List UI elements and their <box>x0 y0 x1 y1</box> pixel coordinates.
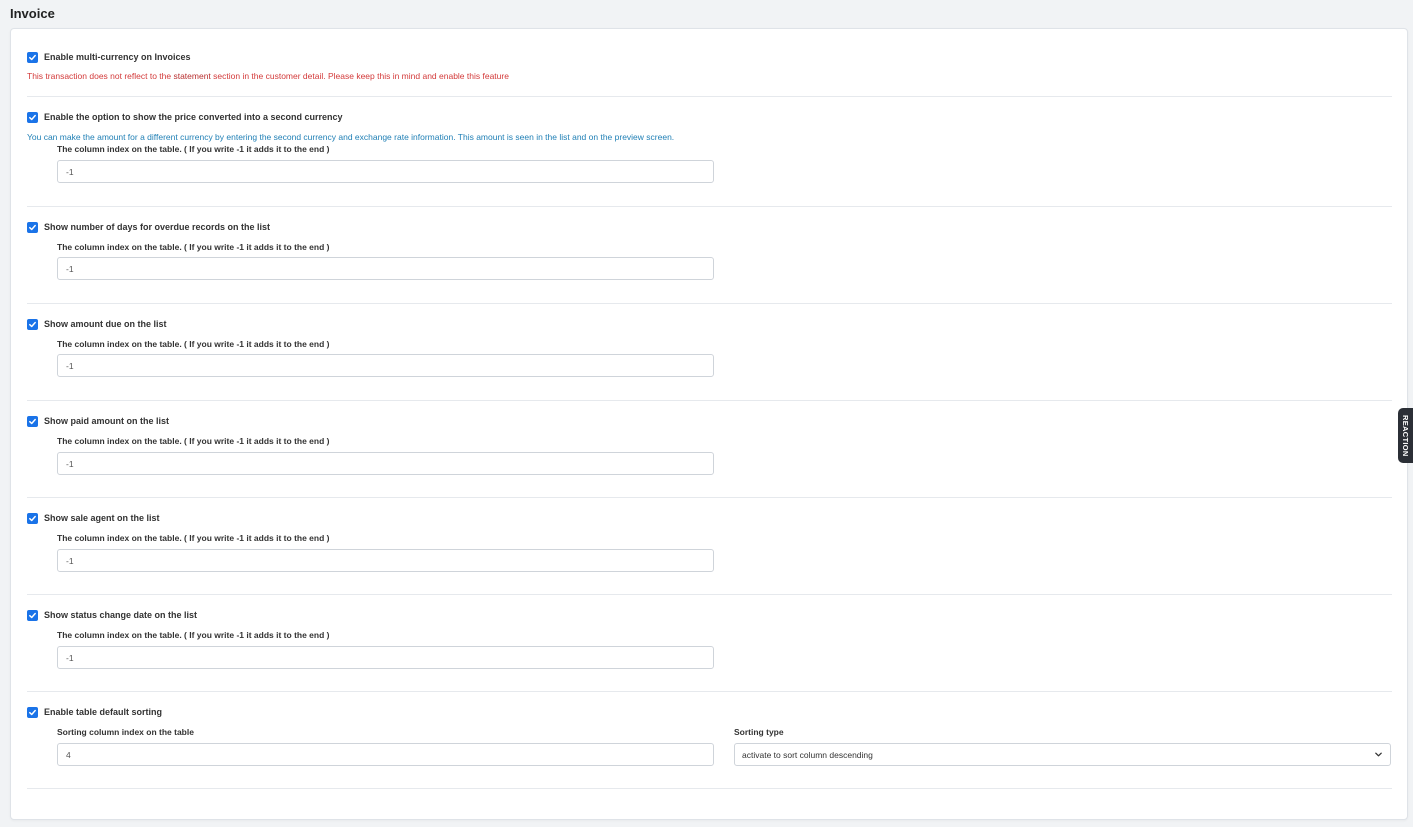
overdue-days-label: Show number of days for overdue records … <box>44 222 271 232</box>
multi-currency-option[interactable]: Enable multi-currency on Invoices <box>27 50 191 64</box>
sorting-type-label: Sorting type <box>734 727 784 737</box>
status-change-option[interactable]: Show status change date on the list <box>27 608 197 622</box>
check-icon <box>29 515 36 521</box>
status-change-column-label: The column index on the table. ( If you … <box>57 630 330 640</box>
amount-due-column-label: The column index on the table. ( If you … <box>57 339 330 349</box>
sale-agent-label: Show sale agent on the list <box>44 513 160 523</box>
amount-due-label: Show amount due on the list <box>44 319 167 329</box>
second-currency-option[interactable]: Enable the option to show the price conv… <box>27 110 343 124</box>
default-sorting-checkbox[interactable] <box>27 706 38 718</box>
second-currency-label: Enable the option to show the price conv… <box>44 112 343 122</box>
settings-card: Enable multi-currency on Invoices This t… <box>10 28 1408 820</box>
paid-amount-column-input[interactable]: -1 <box>57 452 714 475</box>
multi-currency-warning: This transaction does not reflect to the… <box>27 71 509 81</box>
section-paid-amount: Show paid amount on the list The column … <box>27 401 1392 498</box>
multi-currency-checkbox[interactable] <box>27 51 38 63</box>
check-icon <box>29 321 36 327</box>
section-amount-due: Show amount due on the list The column i… <box>27 304 1392 401</box>
paid-amount-column-label: The column index on the table. ( If you … <box>57 436 330 446</box>
status-change-column-input[interactable]: -1 <box>57 646 714 669</box>
check-icon <box>29 612 36 618</box>
sale-agent-column-label: The column index on the table. ( If you … <box>57 533 330 543</box>
sale-agent-column-input[interactable]: -1 <box>57 549 714 572</box>
overdue-days-checkbox[interactable] <box>27 221 38 233</box>
check-icon <box>29 114 36 120</box>
amount-due-column-input[interactable]: -1 <box>57 354 714 377</box>
sorting-type-value: activate to sort column descending <box>742 749 873 760</box>
check-icon <box>29 418 36 424</box>
overdue-days-column-input[interactable]: -1 <box>57 257 714 280</box>
overdue-days-column-label: The column index on the table. ( If you … <box>57 242 330 252</box>
sale-agent-option[interactable]: Show sale agent on the list <box>27 511 160 525</box>
sorting-column-input[interactable]: 4 <box>57 743 714 766</box>
amount-due-option[interactable]: Show amount due on the list <box>27 317 167 331</box>
sorting-column-label: Sorting column index on the table <box>57 727 194 737</box>
section-multi-currency: Enable multi-currency on Invoices This t… <box>27 48 1392 97</box>
section-default-sorting: Enable table default sorting Sorting col… <box>27 692 1392 789</box>
warning-statement-word: statement <box>173 71 211 81</box>
page-title: Invoice <box>10 6 55 21</box>
sorting-type-select[interactable]: activate to sort column descending <box>734 743 1391 766</box>
section-sale-agent: Show sale agent on the list The column i… <box>27 498 1392 595</box>
second-currency-column-input[interactable]: -1 <box>57 160 714 183</box>
section-overdue-days: Show number of days for overdue records … <box>27 207 1392 304</box>
amount-due-checkbox[interactable] <box>27 318 38 330</box>
second-currency-column-label: The column index on the table. ( If you … <box>57 144 330 154</box>
second-currency-info: You can make the amount for a different … <box>27 132 675 142</box>
default-sorting-option[interactable]: Enable table default sorting <box>27 705 162 719</box>
reaction-side-tab[interactable]: REACTION <box>1398 408 1413 463</box>
paid-amount-label: Show paid amount on the list <box>44 416 169 426</box>
status-change-label: Show status change date on the list <box>44 610 198 620</box>
default-sorting-label: Enable table default sorting <box>44 707 163 717</box>
multi-currency-label: Enable multi-currency on Invoices <box>44 52 191 62</box>
paid-amount-checkbox[interactable] <box>27 415 38 427</box>
chevron-down-icon <box>1374 750 1383 759</box>
second-currency-checkbox[interactable] <box>27 111 38 123</box>
overdue-days-option[interactable]: Show number of days for overdue records … <box>27 220 270 234</box>
paid-amount-option[interactable]: Show paid amount on the list <box>27 414 169 428</box>
check-icon <box>29 709 36 715</box>
reaction-side-tab-label: REACTION <box>1401 414 1410 457</box>
section-status-change: Show status change date on the list The … <box>27 595 1392 692</box>
sale-agent-checkbox[interactable] <box>27 512 38 524</box>
status-change-checkbox[interactable] <box>27 609 38 621</box>
check-icon <box>29 224 36 230</box>
section-second-currency: Enable the option to show the price conv… <box>27 97 1392 207</box>
check-icon <box>29 54 36 60</box>
